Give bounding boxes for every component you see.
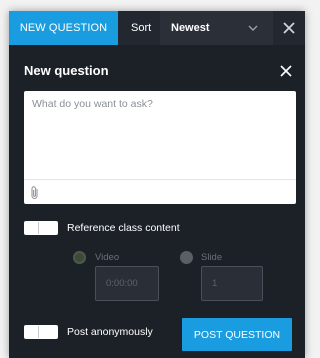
video-time-input[interactable] xyxy=(95,266,159,301)
question-editor xyxy=(24,91,296,204)
post-anonymously-label: Post anonymously xyxy=(67,326,153,338)
question-panel: NEW QUESTION Sort Newest New question Re… xyxy=(9,11,305,358)
close-icon[interactable] xyxy=(279,64,293,78)
top-bar: NEW QUESTION Sort Newest xyxy=(9,11,305,45)
close-icon[interactable] xyxy=(281,20,297,36)
question-input[interactable] xyxy=(24,91,296,179)
paperclip-icon[interactable] xyxy=(30,185,40,200)
new-question-tab[interactable]: NEW QUESTION xyxy=(9,11,118,45)
toggle-knob xyxy=(25,326,39,338)
chevron-down-icon xyxy=(248,25,258,31)
slide-radio[interactable] xyxy=(180,251,193,264)
video-label: Video xyxy=(95,252,120,263)
sort-value: Newest xyxy=(171,22,210,34)
toggle-knob xyxy=(25,222,39,234)
slide-label: Slide xyxy=(201,252,223,263)
post-question-button[interactable]: POST QUESTION xyxy=(182,318,292,351)
dialog-title: New question xyxy=(24,63,109,78)
slide-number-input[interactable] xyxy=(201,266,263,301)
reference-class-content-label: Reference class content xyxy=(67,222,180,234)
sort-label: Sort xyxy=(131,22,152,34)
sort-dropdown[interactable]: Newest xyxy=(160,11,273,45)
attachment-bar xyxy=(24,179,296,204)
reference-class-content-toggle[interactable] xyxy=(24,221,58,235)
video-radio[interactable] xyxy=(73,251,86,264)
post-anonymously-toggle[interactable] xyxy=(24,325,58,339)
